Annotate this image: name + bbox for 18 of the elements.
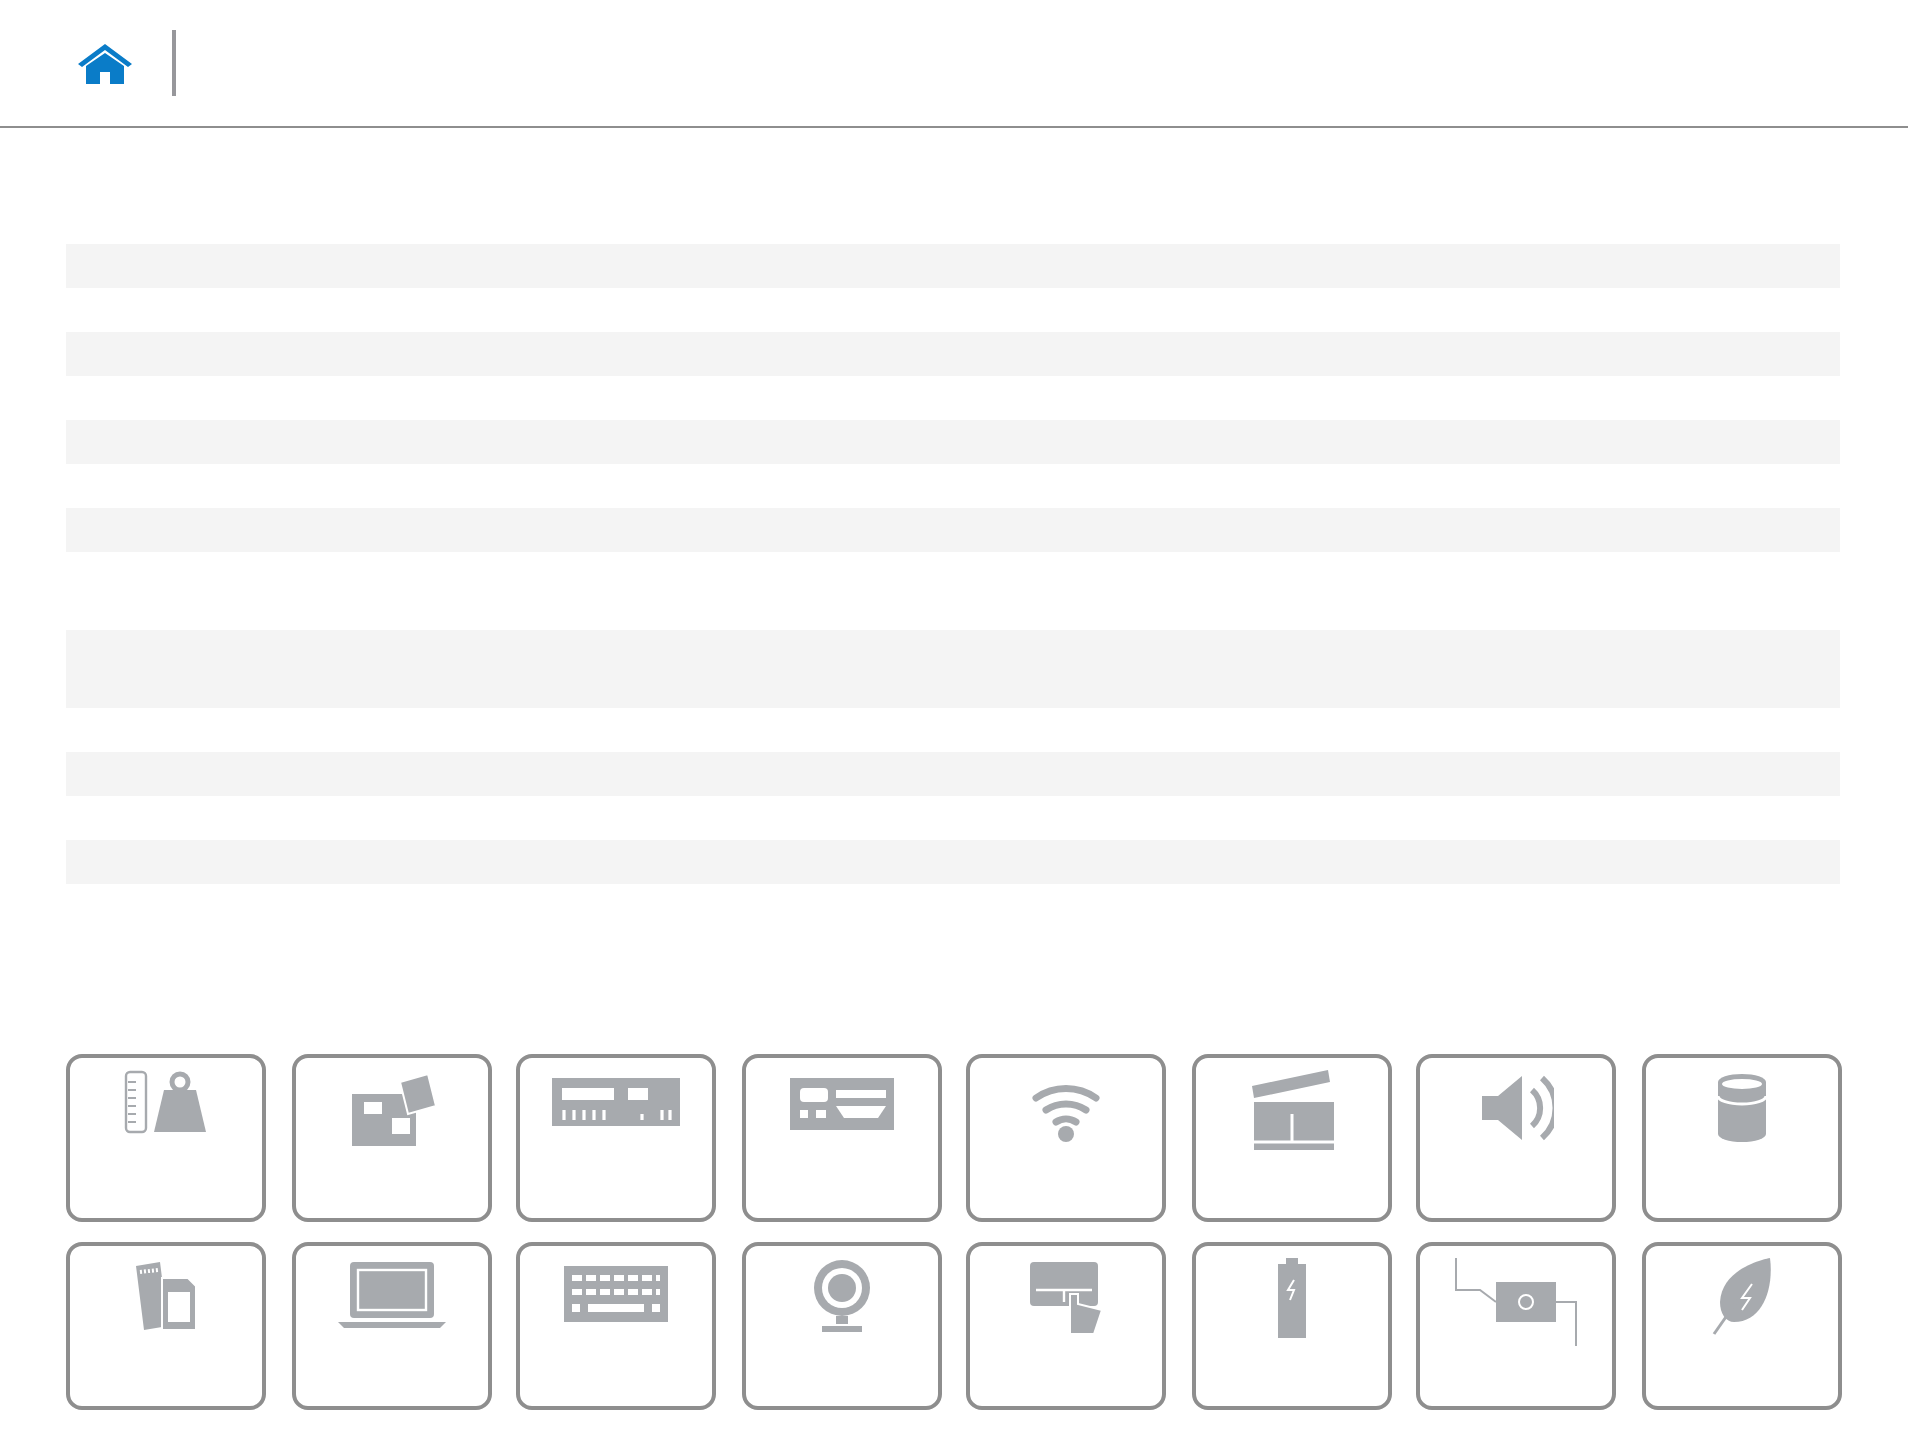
home-button[interactable]: [78, 41, 132, 85]
category-tile[interactable]: [291, 1054, 491, 1222]
category-tile[interactable]: [1641, 1242, 1841, 1410]
category-tile[interactable]: [741, 1242, 941, 1410]
category-tile[interactable]: [516, 1242, 716, 1410]
category-tile[interactable]: [1641, 1054, 1841, 1222]
category-tile[interactable]: [966, 1054, 1166, 1222]
category-tile[interactable]: [291, 1242, 491, 1410]
category-tile[interactable]: [66, 1242, 266, 1410]
category-tile[interactable]: [966, 1242, 1166, 1410]
category-tile[interactable]: [1416, 1054, 1616, 1222]
category-tile[interactable]: [66, 1054, 266, 1222]
home-icon: [78, 43, 132, 83]
category-tile[interactable]: [1416, 1242, 1616, 1410]
category-tile[interactable]: [516, 1054, 716, 1222]
category-tile[interactable]: [1191, 1054, 1391, 1222]
category-tile[interactable]: [1191, 1242, 1391, 1410]
category-tile[interactable]: [741, 1054, 941, 1222]
